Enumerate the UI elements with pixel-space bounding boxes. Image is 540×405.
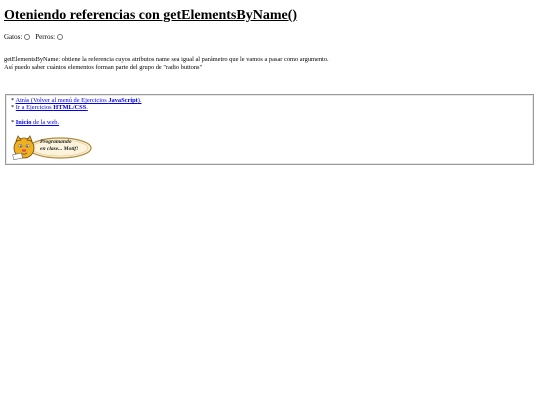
gatos-label: Gatos:: [4, 33, 23, 41]
logo-text: Programando en clase... Motif!: [40, 139, 79, 152]
html-css-link[interactable]: Ir a Ejercicios HTML/CSS.: [16, 104, 88, 111]
page: Oteniendo referencias con getElementsByN…: [0, 0, 540, 405]
home-link[interactable]: Inicio de la web.: [16, 119, 59, 126]
description-line-1: getElementsByName: obtiene la referencia…: [4, 56, 329, 63]
gatos-radio[interactable]: [24, 34, 31, 40]
perros-radio[interactable]: [57, 34, 64, 40]
radio-group: Gatos: Perros:: [4, 33, 65, 41]
perros-label: Perros:: [35, 33, 56, 41]
cat-mascot-icon: [12, 135, 35, 161]
back-link[interactable]: Atrás (Volver al menú de Ejercicios Java…: [15, 97, 141, 104]
home-link-row: * Inicio de la web.: [11, 119, 142, 126]
navigation-links: * Atrás (Volver al menú de Ejercicios Ja…: [11, 97, 142, 126]
navigation-box: * Atrás (Volver al menú de Ejercicios Ja…: [5, 94, 534, 165]
description-line-2: Así puedo saber cuántos elementos forman…: [4, 63, 203, 71]
description: getElementsByName: obtiene la referencia…: [4, 56, 329, 71]
back-link-row: * Atrás (Volver al menú de Ejercicios Ja…: [11, 97, 142, 104]
programando-logo[interactable]: Programando en clase... Motif!: [10, 135, 92, 161]
page-title: Oteniendo referencias con getElementsByN…: [4, 8, 298, 23]
html-link-row: * Ir a Ejercicios HTML/CSS.: [11, 104, 142, 111]
